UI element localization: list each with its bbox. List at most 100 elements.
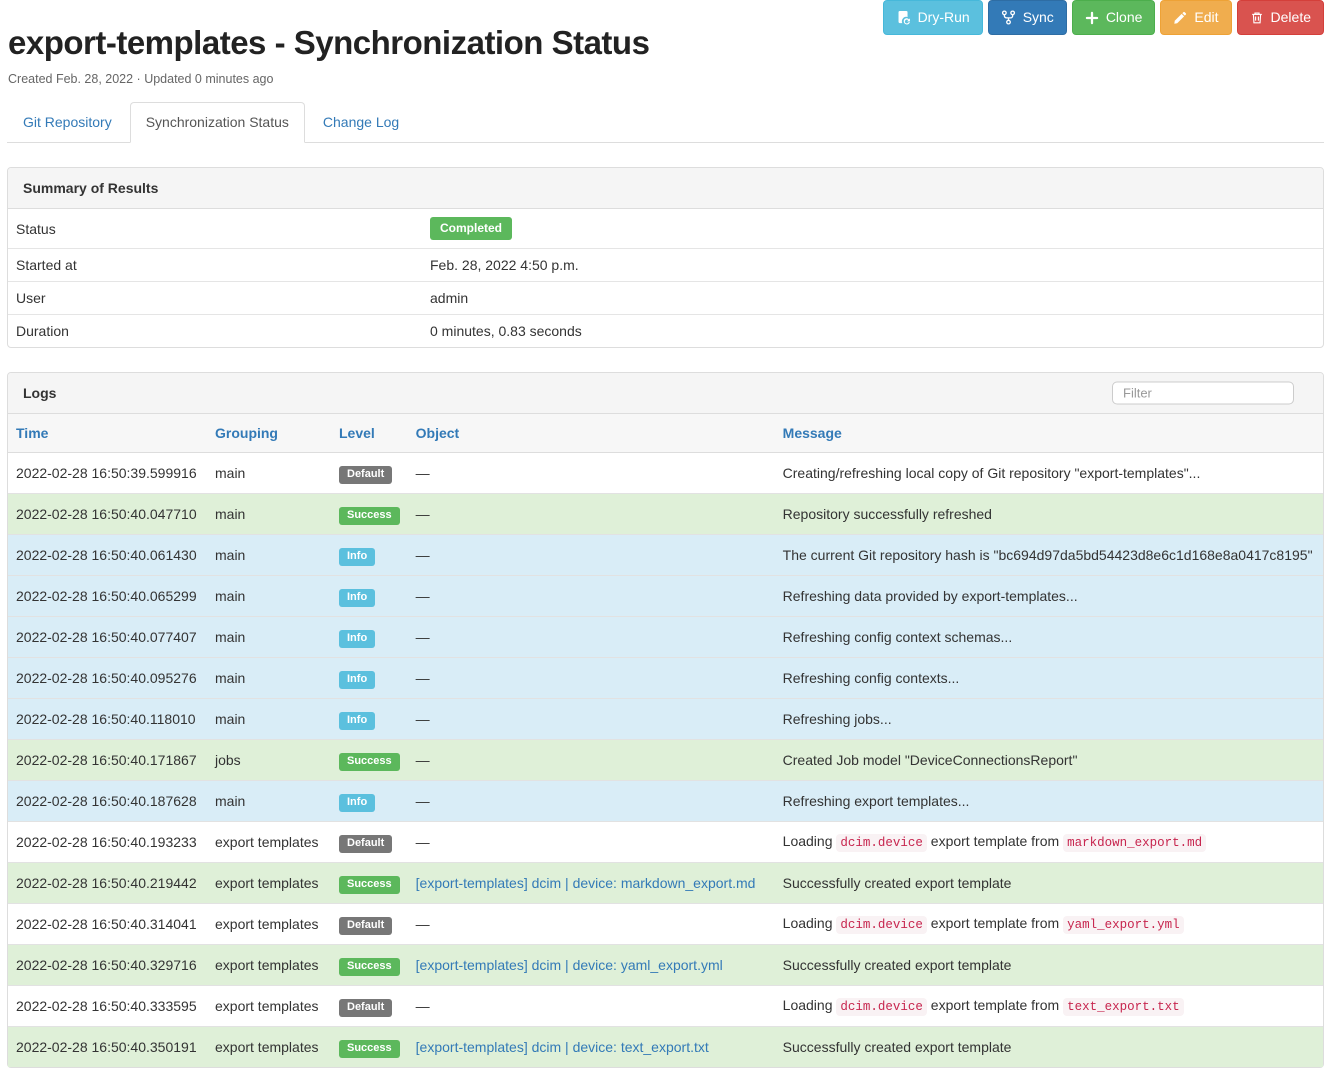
log-row: 2022-02-28 16:50:40.219442export templat…: [8, 863, 1323, 904]
log-grouping: main: [207, 699, 331, 740]
log-message: Refreshing data provided by export-templ…: [775, 576, 1323, 617]
log-level: Info: [331, 781, 408, 822]
log-row: 2022-02-28 16:50:40.187628mainInfo—Refre…: [8, 781, 1323, 822]
summary-row: Duration0 minutes, 0.83 seconds: [8, 315, 1323, 348]
level-badge: Info: [339, 671, 375, 689]
log-grouping: export templates: [207, 822, 331, 863]
dry-run-icon: [896, 10, 911, 25]
log-row: 2022-02-28 16:50:40.171867jobsSuccess—Cr…: [8, 740, 1323, 781]
object-link[interactable]: [export-templates] dcim | device: text_e…: [416, 1039, 709, 1055]
log-row: 2022-02-28 16:50:40.118010main Info —Refre…: [8, 699, 1323, 740]
action-buttons: Dry-Run Sync: [883, 0, 1324, 35]
log-object: —: [408, 986, 775, 1027]
summary-value: admin: [422, 282, 1323, 315]
log-row: 2022-02-28 16:50:40.333595export templat…: [8, 986, 1323, 1027]
tab-git-repository[interactable]: Git Repository: [7, 102, 128, 143]
log-time: 2022-02-28 16:50:40.118010: [8, 699, 207, 740]
summary-value: 0 minutes, 0.83 seconds: [422, 315, 1323, 348]
log-level: Default: [331, 822, 408, 863]
code-span: yaml_export.yml: [1063, 916, 1184, 934]
log-level: Info: [331, 535, 408, 576]
log-row: 2022-02-28 16:50:40.077407mainInfo—Refre…: [8, 617, 1323, 658]
code-span: markdown_export.md: [1063, 834, 1206, 852]
tab-bar: Git Repository Synchronization Status Ch…: [7, 102, 1324, 143]
log-grouping: export templates: [207, 986, 331, 1027]
log-level: Success: [331, 494, 408, 535]
clone-button[interactable]: Clone: [1072, 0, 1156, 35]
column-header-object[interactable]: Object: [408, 414, 775, 453]
summary-label: Started at: [8, 249, 422, 282]
logs-table: Time Grouping Level Object Message 2022-…: [8, 414, 1323, 1067]
column-header-time[interactable]: Time: [8, 414, 207, 453]
log-time: 2022-02-28 16:50:40.350191: [8, 1027, 207, 1068]
tab-synchronization-status[interactable]: Synchronization Status: [130, 102, 305, 143]
log-object: —: [408, 576, 775, 617]
log-message: Repository successfully refreshed: [775, 494, 1323, 535]
log-object: —: [408, 822, 775, 863]
summary-row: Started atFeb. 28, 2022 4:50 p.m.: [8, 249, 1323, 282]
delete-button[interactable]: Delete: [1237, 0, 1324, 35]
log-row: 2022-02-28 16:50:40.350191export templat…: [8, 1027, 1323, 1068]
edit-button[interactable]: Edit: [1160, 0, 1231, 35]
summary-table: StatusCompletedStarted atFeb. 28, 2022 4…: [8, 209, 1323, 347]
log-message: Successfully created export template: [775, 945, 1323, 986]
logs-panel-heading: Logs: [8, 373, 1323, 414]
log-message: Successfully created export template: [775, 1027, 1323, 1068]
log-grouping: main: [207, 617, 331, 658]
log-level: Success: [331, 1027, 408, 1068]
summary-row: Useradmin: [8, 282, 1323, 315]
delete-label: Delete: [1271, 8, 1311, 27]
log-row: 2022-02-28 16:50:40.329716export templat…: [8, 945, 1323, 986]
log-grouping: export templates: [207, 904, 331, 945]
object-link[interactable]: [export-templates] dcim | device: markdo…: [416, 875, 756, 891]
trash-icon: [1250, 11, 1264, 25]
log-object: [export-templates] dcim | device: text_e…: [408, 1027, 775, 1068]
log-object: —: [408, 617, 775, 658]
created-updated-text: Created Feb. 28, 2022 · Updated 0 minute…: [8, 72, 1324, 86]
log-object: —: [408, 658, 775, 699]
dry-run-label: Dry-Run: [918, 8, 970, 27]
code-span: dcim.device: [836, 834, 927, 852]
column-header-level[interactable]: Level: [331, 414, 408, 453]
level-badge: Info: [339, 589, 375, 607]
log-object: —: [408, 781, 775, 822]
log-grouping: export templates: [207, 1027, 331, 1068]
level-badge: Info: [339, 630, 375, 648]
level-badge: Success: [339, 876, 400, 894]
summary-row: StatusCompleted: [8, 209, 1323, 249]
log-grouping: main: [207, 453, 331, 494]
log-time: 2022-02-28 16:50:40.171867: [8, 740, 207, 781]
log-level: Info: [331, 576, 408, 617]
level-badge: Success: [339, 958, 400, 976]
sync-button[interactable]: Sync: [988, 0, 1067, 35]
log-time: 2022-02-28 16:50:40.077407: [8, 617, 207, 658]
log-object: —: [408, 535, 775, 576]
tab-change-log[interactable]: Change Log: [307, 102, 415, 143]
log-message: Successfully created export template: [775, 863, 1323, 904]
log-grouping: export templates: [207, 863, 331, 904]
log-object: [export-templates] dcim | device: yaml_e…: [408, 945, 775, 986]
log-row: 2022-02-28 16:50:40.061430mainInfo—The c…: [8, 535, 1323, 576]
summary-value: Feb. 28, 2022 4:50 p.m.: [422, 249, 1323, 282]
column-header-grouping[interactable]: Grouping: [207, 414, 331, 453]
log-object: —: [408, 904, 775, 945]
object-link[interactable]: [export-templates] dcim | device: yaml_e…: [416, 957, 723, 973]
log-message: Loading dcim.device export template from…: [775, 986, 1323, 1027]
plus-icon: [1085, 11, 1099, 25]
summary-label: User: [8, 282, 422, 315]
filter-input[interactable]: [1112, 382, 1294, 405]
log-object: —: [408, 699, 775, 740]
log-grouping: main: [207, 576, 331, 617]
logs-table-body: 2022-02-28 16:50:39.599916mainDefault—Cr…: [8, 453, 1323, 1068]
log-time: 2022-02-28 16:50:40.065299: [8, 576, 207, 617]
level-badge: Info: [339, 712, 375, 730]
clone-label: Clone: [1106, 8, 1143, 27]
log-object: —: [408, 740, 775, 781]
dry-run-button[interactable]: Dry-Run: [883, 0, 983, 35]
log-time: 2022-02-28 16:50:40.333595: [8, 986, 207, 1027]
log-level: Success: [331, 863, 408, 904]
log-message: Refreshing jobs...: [775, 699, 1323, 740]
sync-label: Sync: [1023, 8, 1054, 27]
column-header-message[interactable]: Message: [775, 414, 1323, 453]
level-badge: Success: [339, 507, 400, 525]
